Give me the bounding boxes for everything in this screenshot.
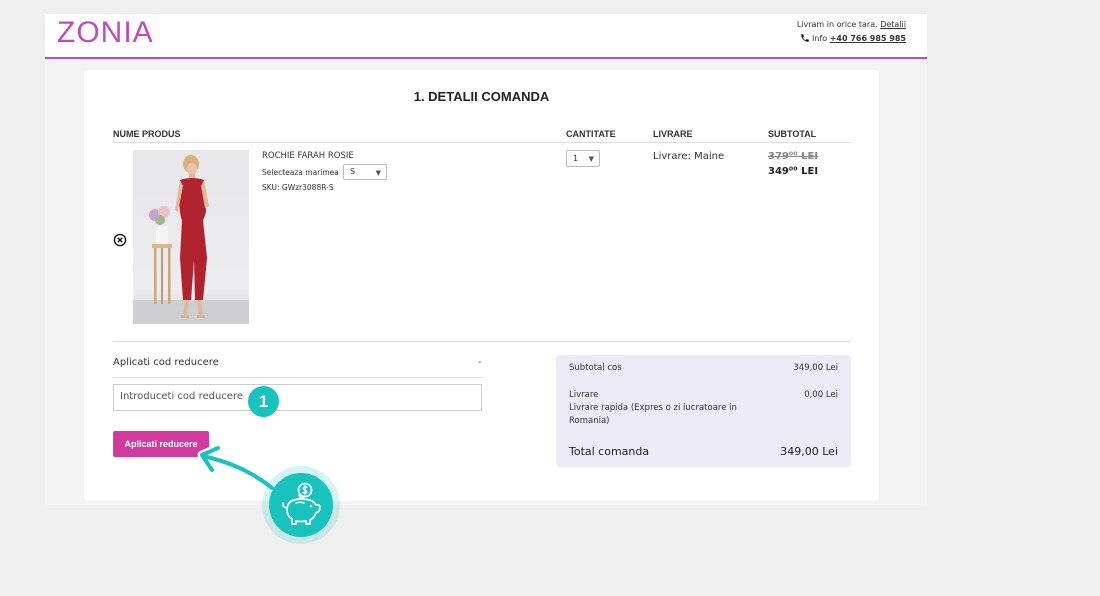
order-details-card: 1. DETALII COMANDA NUME PRODUS CANTITATE…: [84, 70, 879, 501]
size-label: Selecteaza marimea: [262, 168, 339, 177]
header-contact: Livram in orice tara. Detalii Info +40 7…: [797, 20, 906, 45]
delivery-description: Livrare rapida (Expres o zi lucratoare i…: [569, 403, 737, 426]
new-price: 349⁰⁰ LEI: [768, 166, 819, 177]
column-header-quantity: CANTITATE: [566, 129, 616, 139]
delivery-info: Livrare: Maine: [653, 151, 725, 162]
details-link[interactable]: Detalii: [880, 20, 906, 29]
column-header-product: NUME PRODUS: [113, 129, 181, 139]
coupon-code-input[interactable]: Introduceti cod reducere: [113, 384, 482, 411]
product-sku: SKU: GWzr3088R-S: [262, 183, 334, 192]
step-number-badge: 1: [248, 386, 279, 417]
subtotal-label: Subtotal cos: [569, 363, 622, 373]
piggy-bank-circle: [269, 473, 333, 537]
size-select[interactable]: S ▼: [343, 164, 387, 180]
chevron-down-icon: ▼: [588, 155, 594, 163]
total-label: Total comanda: [569, 445, 650, 458]
item-divider: [113, 341, 851, 342]
size-value: S: [350, 167, 356, 176]
total-value: 349,00 Lei: [780, 445, 838, 458]
site-header: ZONIA Livram in orice tara. Detalii Info…: [45, 14, 927, 59]
coupon-divider: [113, 377, 482, 378]
column-header-delivery: LIVRARE: [653, 129, 693, 139]
header-divider: [113, 142, 851, 143]
info-label: Info: [812, 34, 828, 43]
phone-link[interactable]: +40 766 985 985: [830, 34, 906, 43]
quantity-value: 1: [573, 154, 579, 163]
product-image[interactable]: [133, 150, 249, 324]
piggy-bank-icon: [281, 482, 321, 525]
column-header-subtotal: SUBTOTAL: [768, 129, 817, 139]
coupon-collapse-toggle[interactable]: -: [478, 357, 482, 368]
coupon-toggle-label[interactable]: Aplicati cod reducere: [113, 357, 219, 368]
subtotal-value: 349,00 Lei: [793, 363, 838, 373]
remove-item-icon[interactable]: [113, 232, 127, 251]
browser-page: ZONIA Livram in orice tara. Detalii Info…: [45, 14, 927, 505]
shipping-text: Livram in orice tara.: [796, 20, 878, 29]
piggy-bank-badge: [262, 466, 340, 544]
chevron-down-icon: ▼: [375, 169, 381, 177]
product-name[interactable]: ROCHIE FARAH ROSIE: [262, 151, 354, 161]
page-title: 1. DETALII COMANDA: [413, 89, 550, 104]
quantity-select[interactable]: 1 ▼: [566, 150, 600, 167]
order-summary: Subtotal cos 349,00 Lei Livrare 0,00 Lei…: [556, 355, 851, 467]
delivery-label: Livrare: [569, 390, 599, 400]
old-price: 379⁰⁰ LEI: [768, 151, 819, 162]
site-logo[interactable]: ZONIA: [57, 16, 154, 50]
delivery-value: 0,00 Lei: [804, 390, 838, 400]
phone-icon: [800, 33, 810, 45]
